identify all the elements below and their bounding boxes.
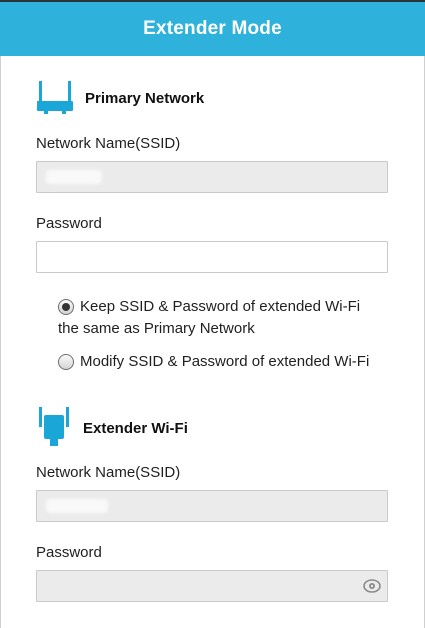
primary-password-field[interactable] — [36, 241, 388, 273]
primary-ssid-label: Network Name(SSID) — [36, 135, 181, 152]
extender-password-label: Password — [36, 544, 102, 561]
extender-password-field[interactable] — [36, 570, 388, 602]
primary-network-header: Primary Network — [37, 81, 204, 115]
keep-same-label: Keep SSID & Password of extended Wi-Fi t… — [58, 296, 361, 340]
keep-same-label-line1: Keep SSID & Password of extended Wi-Fi — [80, 298, 361, 315]
keep-same-radio[interactable] — [58, 299, 74, 315]
extender-ssid-label: Network Name(SSID) — [36, 464, 181, 481]
primary-network-title: Primary Network — [85, 89, 205, 107]
extender-icon — [39, 407, 69, 446]
eye-icon[interactable] — [363, 578, 381, 594]
redacted-ssid — [46, 170, 102, 184]
keep-same-label-line2: the same as Primary Network — [58, 320, 255, 337]
app-header: Extender Mode — [0, 2, 425, 56]
router-icon — [37, 81, 73, 114]
extender-wifi-header: Extender Wi-Fi — [37, 407, 188, 449]
modify-label: Modify SSID & Password of extended Wi-Fi — [80, 353, 370, 370]
modify-option[interactable]: Modify SSID & Password of extended Wi-Fi — [58, 353, 369, 373]
redacted-extender-ssid — [46, 499, 108, 513]
primary-password-label: Password — [36, 215, 102, 232]
modify-radio[interactable] — [58, 354, 74, 370]
page-title: Extender Mode — [143, 18, 282, 39]
extender-wifi-title: Extender Wi-Fi — [83, 419, 188, 437]
keep-same-option[interactable]: Keep SSID & Password of extended Wi-Fi t… — [58, 298, 360, 340]
